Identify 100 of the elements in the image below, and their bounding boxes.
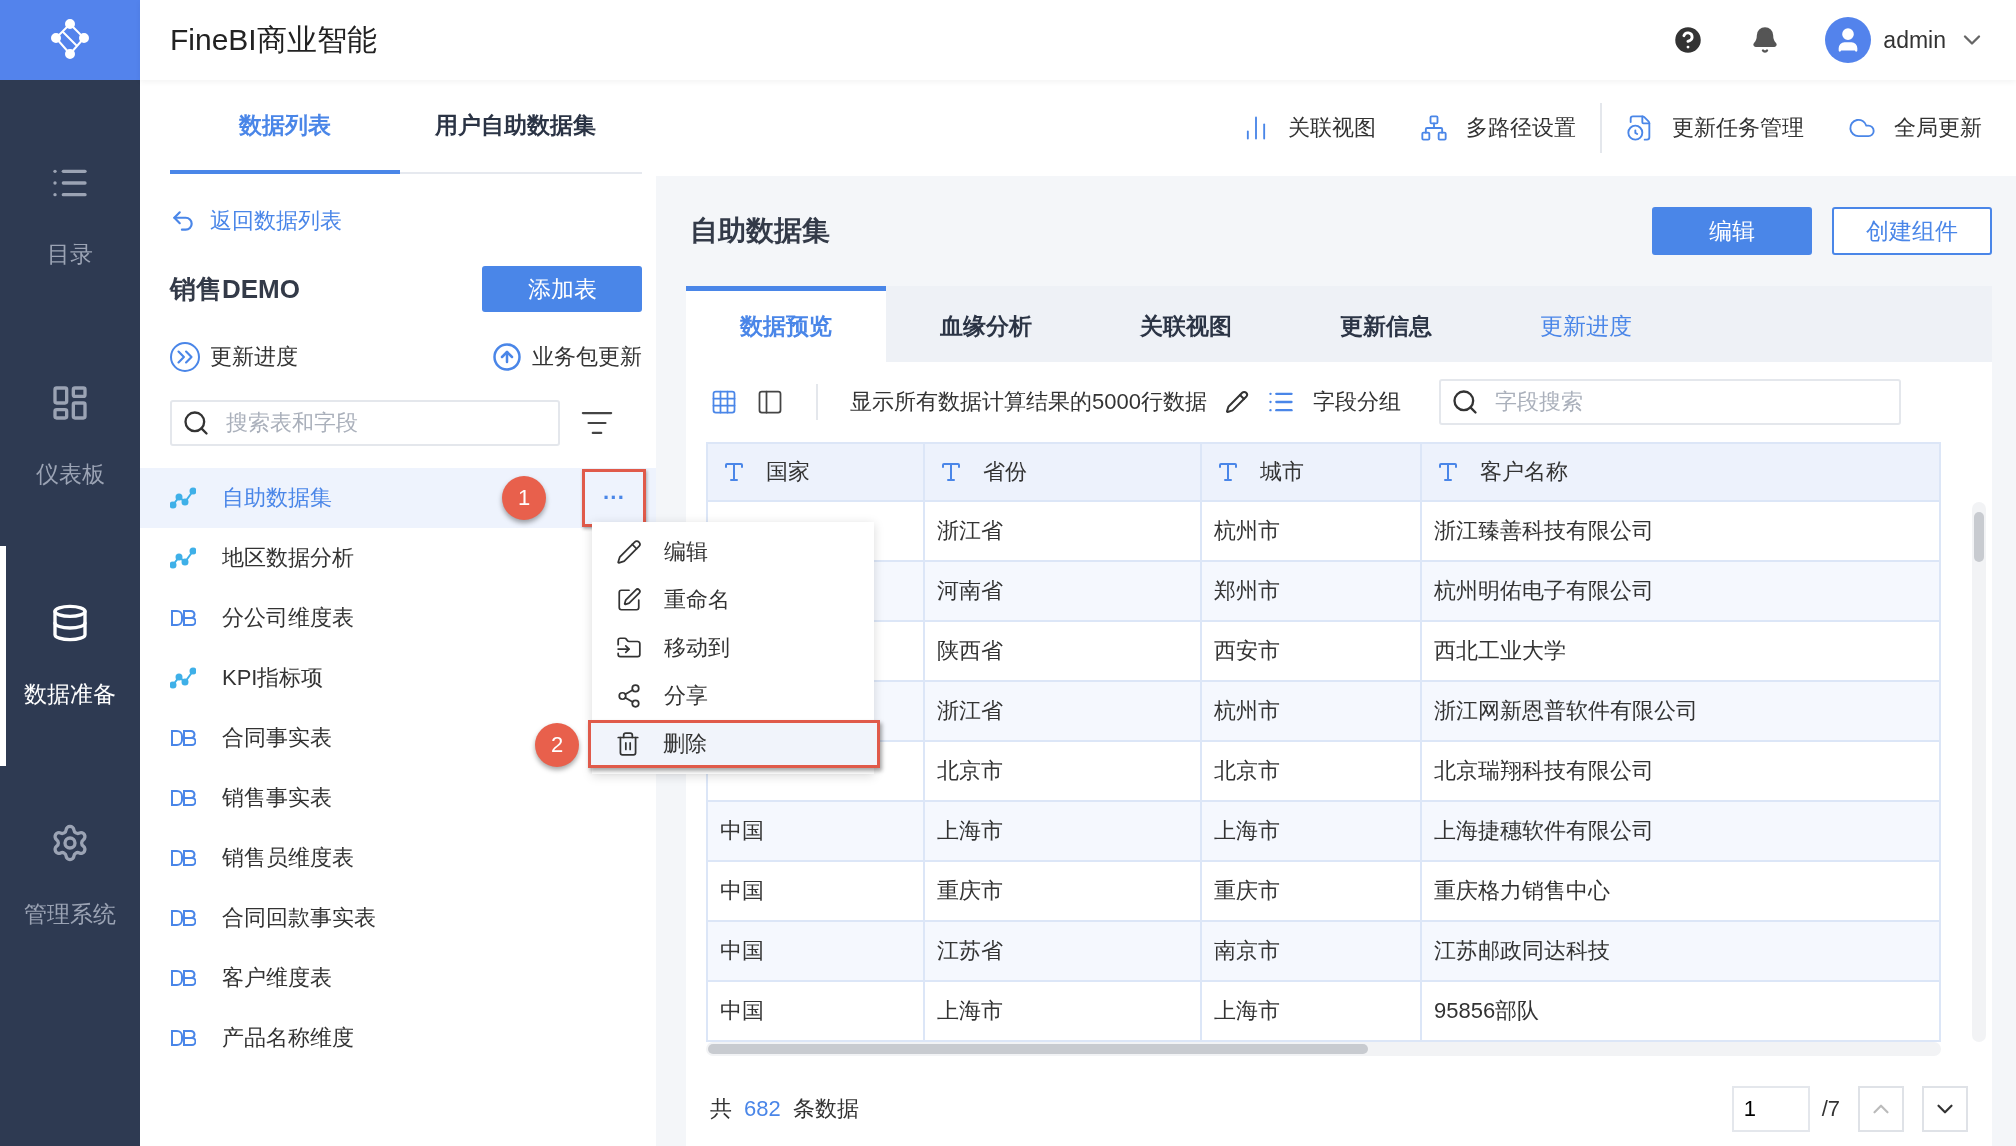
table-cell: 杭州明佑电子有限公司: [1421, 561, 1940, 621]
grid-view-icon[interactable]: [710, 388, 738, 416]
table-cell: 中国: [707, 801, 924, 861]
dataset-tab[interactable]: 关联视图: [1086, 286, 1286, 362]
nav-label: 仪表板: [35, 459, 105, 489]
table-cell: 河南省: [924, 561, 1201, 621]
package-update-link[interactable]: 业务包更新: [492, 342, 642, 372]
menu-item[interactable]: 移动到: [592, 624, 874, 672]
nav-label: 数据准备: [24, 679, 116, 709]
nav-item[interactable]: 管理系统: [0, 766, 140, 986]
undo-arrow-icon: [170, 208, 196, 234]
database-table-icon: [170, 729, 196, 747]
total-suffix: 条数据: [792, 1095, 859, 1123]
pencil-icon[interactable]: [1224, 390, 1249, 414]
layout-icon[interactable]: [756, 388, 784, 416]
field-group-label[interactable]: 字段分组: [1312, 387, 1401, 417]
edit-button[interactable]: 编辑: [1652, 207, 1812, 255]
line-chart-icon: [170, 547, 196, 569]
table-list-item[interactable]: 产品名称维度: [140, 1008, 656, 1068]
nav-item[interactable]: 目录: [0, 106, 140, 326]
text-type-icon: [939, 460, 963, 484]
table-cell: 中国: [707, 861, 924, 921]
table-cell: 江苏邮政同达科技: [1421, 921, 1940, 981]
database-table-icon: [170, 609, 196, 627]
table-cell: 陕西省: [924, 621, 1201, 681]
column-header[interactable]: 省份: [924, 443, 1201, 501]
search-field[interactable]: 搜索表和字段: [170, 400, 560, 446]
column-title: 客户名称: [1480, 458, 1568, 486]
table-cell: 重庆格力销售中心: [1421, 861, 1940, 921]
toolbar-link[interactable]: 关联视图: [1242, 113, 1376, 143]
table-cell: 西北工业大学: [1421, 621, 1940, 681]
menu-item[interactable]: 编辑: [592, 528, 874, 576]
nav-label: 管理系统: [24, 899, 116, 929]
share-icon: [616, 683, 642, 709]
menu-item[interactable]: 分享: [592, 672, 874, 720]
table-cell: 郑州市: [1201, 561, 1421, 621]
column-header[interactable]: 城市: [1201, 443, 1421, 501]
database-table-icon: [170, 969, 196, 987]
column-title: 国家: [766, 458, 810, 486]
line-chart-icon: [170, 487, 196, 509]
table-cell: 杭州市: [1201, 501, 1421, 561]
page-input[interactable]: 1: [1731, 1086, 1810, 1132]
user-name[interactable]: admin: [1883, 26, 1946, 54]
table-cell: 上海市: [1201, 801, 1421, 861]
table-list-item[interactable]: 销售员维度表: [140, 828, 656, 888]
double-chevron-icon: [170, 342, 200, 372]
create-component-button[interactable]: 创建组件: [1832, 207, 1992, 255]
trash-icon: [615, 731, 641, 757]
table-cell: 浙江网新恩普软件有限公司: [1421, 681, 1940, 741]
table-cell: 北京市: [924, 741, 1201, 801]
field-search-field[interactable]: 字段搜索: [1438, 379, 1901, 425]
rename-icon: [616, 587, 642, 613]
dataset-title: 自助数据集: [690, 214, 831, 248]
text-type-icon: [1436, 460, 1460, 484]
table-cell: 浙江臻善科技有限公司: [1421, 501, 1940, 561]
column-title: 城市: [1260, 458, 1304, 486]
table-cell: 上海市: [924, 801, 1201, 861]
column-header[interactable]: 客户名称: [1421, 443, 1940, 501]
table-list-item[interactable]: 客户维度表: [140, 948, 656, 1008]
database-table-icon: [170, 849, 196, 867]
search-icon: [182, 409, 210, 437]
nav-item[interactable]: 仪表板: [0, 326, 140, 546]
text-type-icon: [1216, 460, 1240, 484]
avatar: [1825, 17, 1872, 63]
dataset-tab[interactable]: 数据预览: [686, 286, 886, 362]
table-cell: 杭州市: [1201, 681, 1421, 741]
table-cell: 上海市: [924, 981, 1201, 1041]
database-table-icon: [170, 1029, 196, 1047]
dataset-tab[interactable]: 血缘分析: [886, 286, 1086, 362]
database-table-icon: [170, 789, 196, 807]
menu-item[interactable]: 重命名: [592, 576, 874, 624]
table-cell: 北京瑞翔科技有限公司: [1421, 741, 1940, 801]
package-title: 销售DEMO: [170, 272, 300, 306]
table-cell: 中国: [707, 921, 924, 981]
column-header[interactable]: 国家: [707, 443, 924, 501]
panel-tab[interactable]: 数据列表: [170, 80, 400, 174]
table-cell: 重庆市: [1201, 861, 1421, 921]
back-link[interactable]: 返回数据列表: [170, 204, 642, 238]
toolbar-link[interactable]: 多路径设置: [1420, 113, 1576, 143]
table-cell: 南京市: [1201, 921, 1421, 981]
table-list-item[interactable]: 销售事实表: [140, 768, 656, 828]
table-cell: 西安市: [1201, 621, 1421, 681]
add-table-button[interactable]: 添加表: [482, 266, 642, 312]
panel-tab[interactable]: 用户自助数据集: [400, 80, 630, 174]
toolbar-link[interactable]: 更新任务管理: [1626, 113, 1804, 143]
table-list-item[interactable]: 合同回款事实表: [140, 888, 656, 948]
table-cell: 江苏省: [924, 921, 1201, 981]
page-total: /7: [1821, 1096, 1840, 1122]
table-cell: 重庆市: [924, 861, 1201, 921]
info-text: 显示所有数据计算结果的5000行数据: [850, 388, 1207, 416]
dataset-tab[interactable]: 更新信息: [1286, 286, 1486, 362]
toolbar-link[interactable]: 全局更新: [1848, 113, 1982, 143]
line-chart-icon: [170, 667, 196, 689]
table-cell: 上海市: [1201, 981, 1421, 1041]
table-cell: 北京市: [1201, 741, 1421, 801]
app-title: FineBI商业智能: [170, 21, 378, 58]
text-type-icon: [722, 460, 746, 484]
total-prefix: 共: [710, 1095, 732, 1123]
notification-icon[interactable]: [1751, 26, 1780, 54]
update-progress-link[interactable]: 更新进度: [170, 342, 298, 372]
